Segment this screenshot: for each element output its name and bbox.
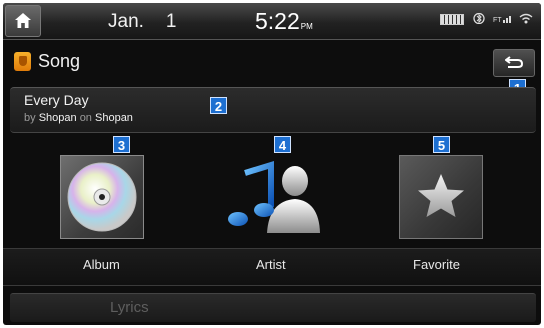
track-meta: by Shopan on Shopan [24, 112, 133, 124]
star-icon [418, 174, 464, 217]
date-month: Jan. [108, 11, 144, 32]
home-button[interactable] [5, 5, 41, 37]
back-arrow-icon [505, 56, 523, 68]
song-icon [14, 52, 31, 71]
artist-name: Shopan [38, 112, 77, 124]
clock: 5:22PM [255, 8, 313, 35]
svg-text:FT: FT [493, 17, 502, 24]
artist-tile[interactable] [223, 155, 321, 239]
album-tile[interactable] [60, 155, 144, 239]
page-title: Song [38, 51, 81, 71]
callout-badge-3: 3 [113, 136, 130, 153]
clock-time: 5:22 [255, 8, 300, 34]
wifi-icon [519, 13, 533, 26]
on-label: on [79, 112, 92, 124]
lyrics-button[interactable]: Lyrics [10, 293, 536, 322]
home-icon [15, 13, 31, 28]
title-bar: Song [3, 45, 541, 77]
date-display: Jan. 1 [108, 11, 177, 33]
favorite-label[interactable]: Favorite [413, 257, 460, 272]
battery-icon [440, 14, 465, 25]
callout-badge-4: 4 [274, 136, 291, 153]
cd-disc-icon [67, 162, 137, 232]
callout-badge-2: 2 [210, 97, 227, 114]
now-playing-info[interactable]: Every Day by Shopan on Shopan [10, 87, 536, 133]
artist-music-icon [228, 160, 320, 233]
lyrics-label: Lyrics [110, 299, 149, 316]
callout-badge-5: 5 [433, 136, 450, 153]
status-icons: FT [435, 12, 533, 26]
by-label: by [24, 112, 36, 124]
track-title: Every Day [24, 92, 89, 108]
date-day: 1 [165, 11, 177, 32]
album-label[interactable]: Album [83, 257, 120, 272]
back-button[interactable] [493, 49, 535, 77]
clock-ampm: PM [300, 22, 313, 31]
artist-label[interactable]: Artist [256, 257, 286, 272]
status-bar: Jan. 1 5:22PM FT [3, 3, 541, 40]
bluetooth-icon [472, 12, 486, 26]
music-screen: Jan. 1 5:22PM FT Song 1 [3, 3, 541, 325]
network-icon: FT [493, 14, 512, 26]
album-name: Shopan [95, 112, 133, 124]
favorite-tile[interactable] [399, 155, 483, 239]
